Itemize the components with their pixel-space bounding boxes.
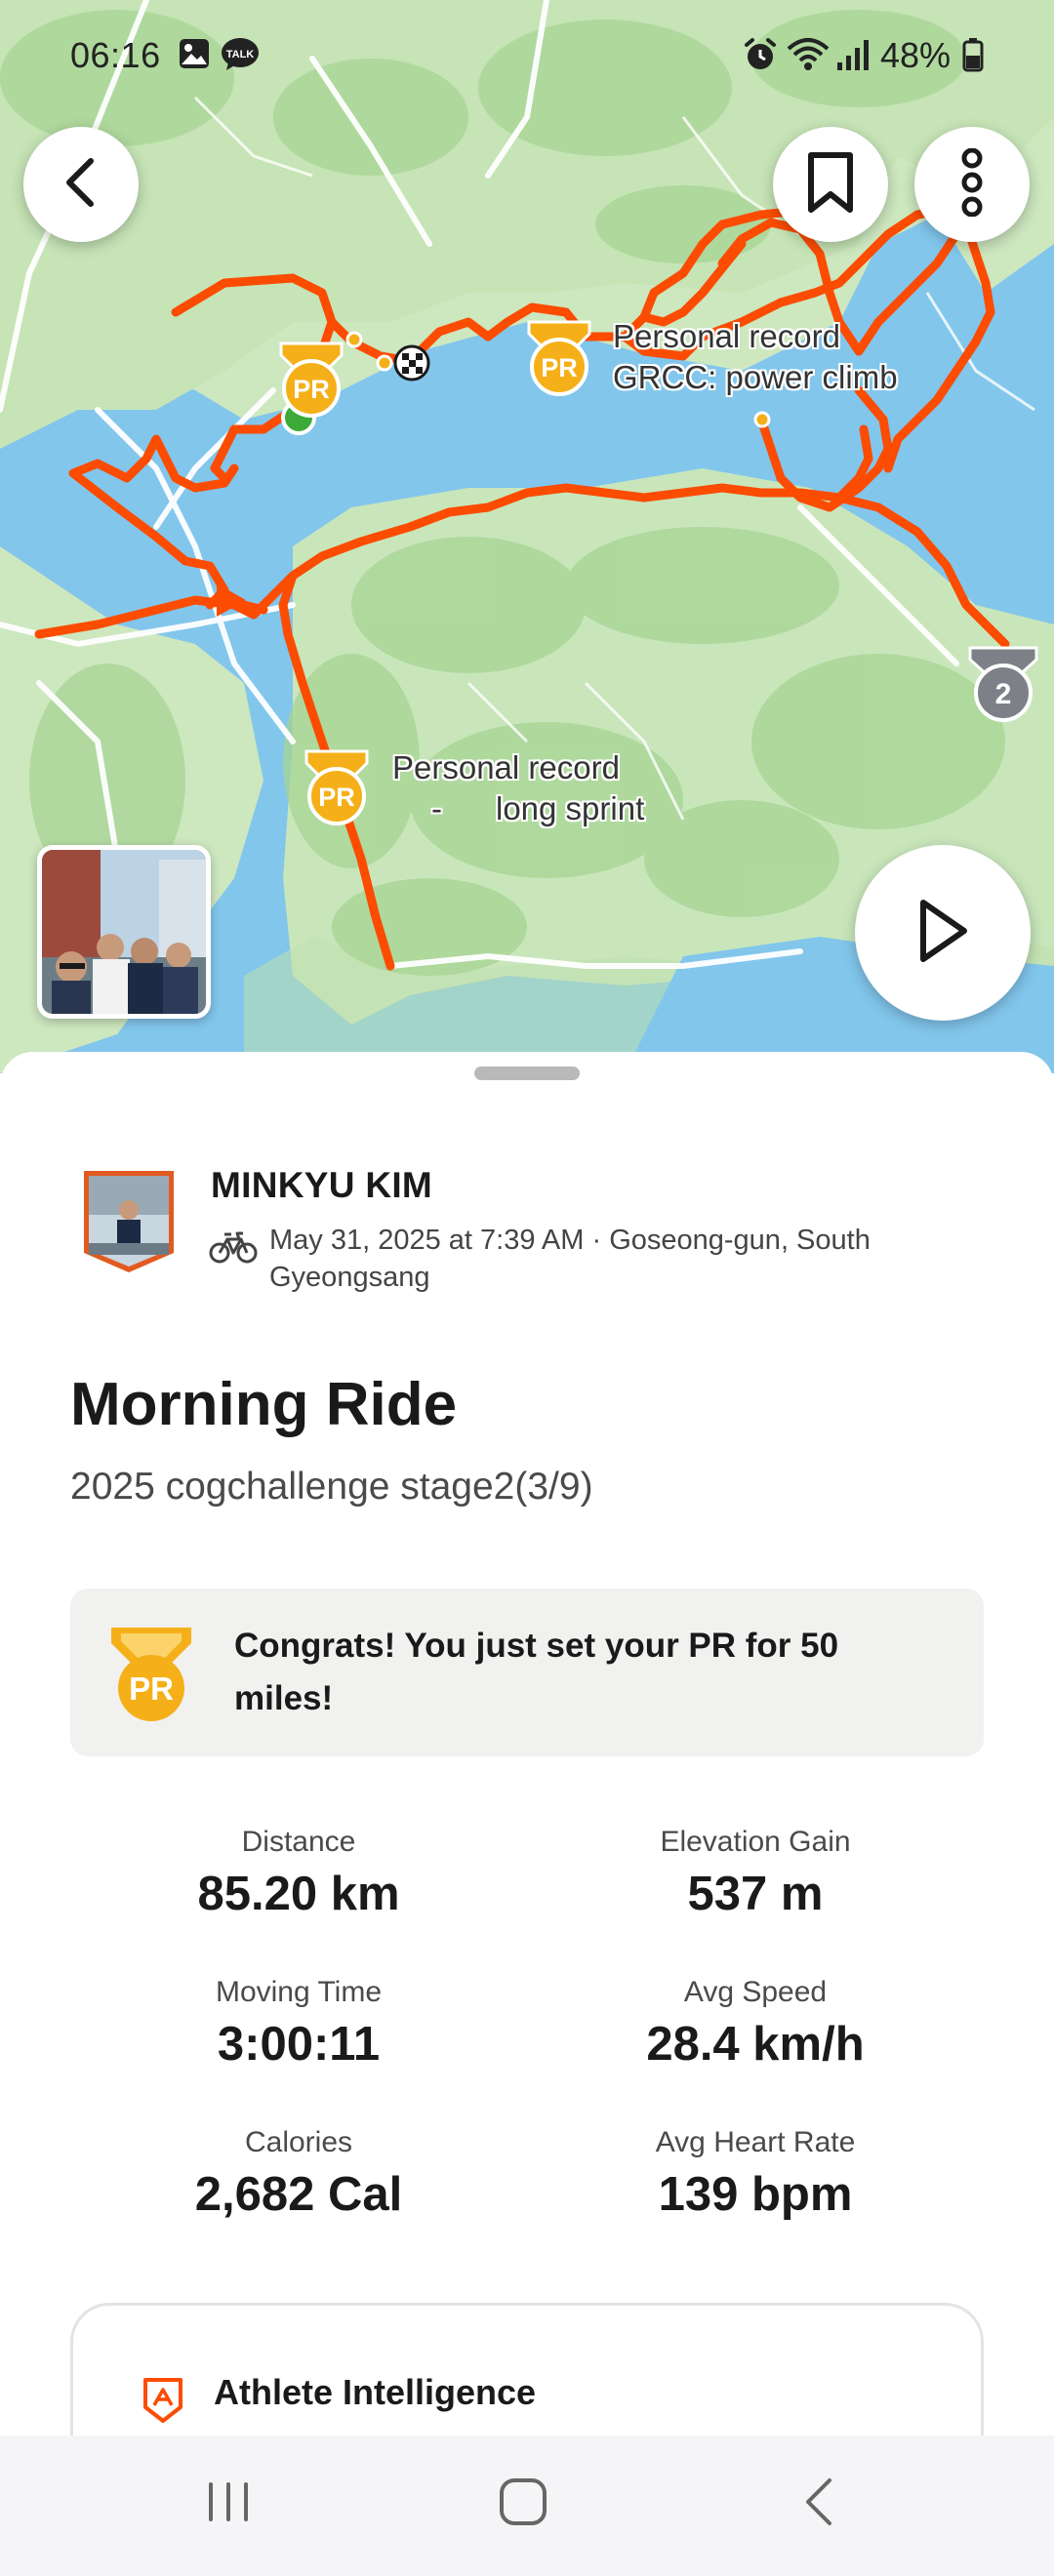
stat-label: Elevation Gain [660, 1826, 851, 1858]
stat-label: Distance [241, 1826, 356, 1858]
pr-sprint-label-line1: Personal record [392, 749, 620, 785]
recents-icon[interactable] [201, 2475, 256, 2534]
athlete-name[interactable]: MINKYU KIM [211, 1165, 432, 1206]
wifi-icon [787, 37, 830, 77]
home-icon[interactable] [496, 2475, 550, 2534]
activity-description: 2025 cogchallenge stage2(3/9) [70, 1466, 593, 1508]
stat-value: 2,682 Cal [194, 2168, 403, 2221]
stat-calories: Calories 2,682 Cal [84, 2123, 513, 2225]
alarm-icon [744, 37, 777, 77]
more-options-button[interactable] [914, 127, 1030, 242]
stat-value: 139 bpm [658, 2168, 853, 2221]
talk-icon: TALK [221, 37, 260, 77]
athlete-intelligence-icon [142, 2376, 184, 2430]
activity-photo-thumbnail[interactable] [37, 845, 211, 1019]
pr-sprint-label-line2: - long sprint [431, 790, 645, 826]
svg-text:PR: PR [293, 375, 330, 404]
sheet-drag-handle[interactable] [474, 1067, 580, 1080]
status-bar: 06:16 TALK 48% [0, 0, 1054, 117]
battery-icon [962, 37, 984, 77]
stat-value: 3:00:11 [217, 2018, 381, 2071]
pr-sprint-label: Personal record - long sprint [392, 747, 644, 829]
status-time: 06:16 [70, 35, 161, 75]
group-photo-image [42, 850, 206, 1014]
bookmark-button[interactable] [773, 127, 888, 242]
stat-distance: Distance 85.20 km [84, 1823, 513, 1924]
stat-moving-time: Moving Time 3:00:11 [84, 1973, 513, 2074]
pr-achievement-banner[interactable]: PR Congrats! You just set your PR for 50… [70, 1589, 984, 1756]
back-nav-icon[interactable] [792, 2475, 847, 2534]
pr-banner-text: Congrats! You just set your PR for 50 mi… [234, 1627, 839, 1717]
back-icon [60, 155, 102, 215]
play-icon [915, 897, 970, 970]
pr-climb-label-line1: Personal record [613, 318, 840, 354]
stat-value: 85.20 km [197, 1868, 400, 1920]
stat-label: Calories [244, 2126, 353, 2158]
bookmark-icon [805, 151, 856, 219]
pr-map-badge[interactable]: PR [303, 747, 371, 827]
svg-text:TALK: TALK [226, 49, 255, 60]
medal-2-badge[interactable]: 2 [966, 644, 1040, 724]
athlete-intelligence-title: Athlete Intelligence [214, 2372, 537, 2412]
stat-label: Avg Speed [683, 1976, 828, 2008]
activity-title: Morning Ride [70, 1371, 458, 1438]
stat-label: Avg Heart Rate [655, 2126, 856, 2158]
pr-badge-icon: PR [107, 1624, 195, 1725]
gallery-icon [178, 37, 211, 75]
battery-percent: 48% [880, 35, 952, 75]
stat-elevation-gain: Elevation Gain 537 m [541, 1823, 970, 1924]
stat-value: 537 m [687, 1868, 824, 1920]
stat-avg-speed: Avg Speed 28.4 km/h [541, 1973, 970, 2074]
play-flyover-button[interactable] [855, 845, 1031, 1021]
more-icon [959, 147, 985, 221]
pr-map-badge[interactable]: PR [277, 340, 345, 420]
svg-text:PR: PR [318, 783, 355, 812]
activity-meta: May 31, 2025 at 7:39 AM · Goseong-gun, S… [269, 1225, 871, 1293]
system-navigation-bar [0, 2435, 1054, 2576]
stat-label: Moving Time [215, 1976, 383, 2008]
activity-detail-sheet[interactable]: MINKYU KIM May 31, 2025 at 7:39 AM · Gos… [0, 1052, 1054, 2537]
pr-map-badge[interactable]: PR [525, 318, 593, 398]
signal-icon [835, 37, 871, 77]
route-map[interactable]: 06:16 TALK 48% PR PR PR 2 Personal recor… [0, 0, 1054, 1073]
svg-text:2: 2 [995, 678, 1012, 710]
svg-text:PR: PR [541, 353, 578, 382]
stat-value: 28.4 km/h [646, 2018, 865, 2071]
stat-avg-heart-rate: Avg Heart Rate 139 bpm [541, 2123, 970, 2225]
avatar[interactable] [80, 1167, 178, 1276]
pr-climb-label: Personal record GRCC: power climb [613, 316, 898, 398]
bike-icon [209, 1229, 258, 1269]
back-button[interactable] [23, 127, 139, 242]
pr-climb-label-line2: GRCC: power climb [613, 359, 898, 395]
svg-text:PR: PR [129, 1670, 174, 1707]
